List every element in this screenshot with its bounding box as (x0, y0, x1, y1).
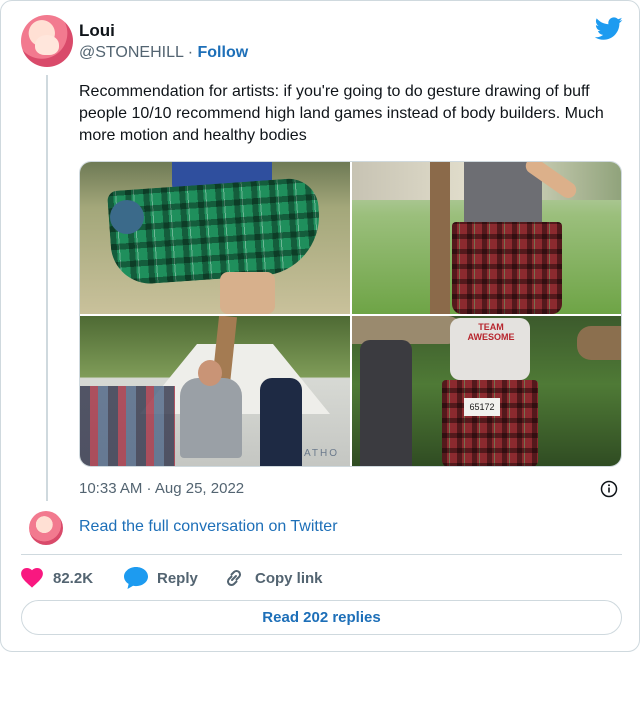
heart-icon (21, 568, 43, 588)
read-replies-button[interactable]: Read 202 replies (21, 600, 622, 635)
red-kilt (442, 380, 538, 466)
sign-text: ATHO (304, 448, 340, 459)
twitter-bird-icon[interactable] (595, 17, 623, 41)
media-grid: ATHO TEAM AWESOME 65172 (79, 161, 622, 467)
handle-separator: · (183, 44, 198, 61)
reply-button[interactable]: Reply (124, 566, 198, 590)
thread-connector-line (46, 75, 48, 501)
photo-log-carry[interactable]: TEAM AWESOME 65172 (352, 316, 621, 466)
tweet-embed-card: Loui @STONEHILL · Follow Recommendation … (0, 0, 640, 652)
read-conversation-link[interactable]: Read the full conversation on Twitter (79, 518, 338, 536)
copy-link-label: Copy link (255, 569, 323, 587)
follow-link[interactable]: Follow (198, 44, 249, 61)
athlete-leg (220, 272, 275, 314)
like-button[interactable]: 82.2K (21, 566, 93, 590)
conversation-avatar (29, 511, 63, 545)
caber-pole (430, 162, 450, 314)
author-handle-row: @STONEHILL · Follow (79, 44, 248, 62)
judge (260, 378, 302, 466)
red-kilt (452, 222, 562, 314)
photo-caber-carry[interactable]: ATHO (80, 316, 350, 466)
photo-kilt-caber[interactable] (352, 162, 621, 314)
author-avatar[interactable] (21, 15, 73, 67)
athlete-grey-shirt (180, 378, 242, 458)
tweet-timestamp[interactable]: 10:33 AM · Aug 25, 2022 (79, 480, 244, 497)
divider (21, 554, 622, 555)
crowd (80, 386, 175, 466)
reply-label: Reply (157, 569, 198, 587)
link-icon (226, 569, 242, 587)
author-name[interactable]: Loui (79, 21, 115, 41)
photo-green-kilt-hammer[interactable] (80, 162, 350, 314)
athlete-head (198, 360, 222, 386)
log-right (577, 326, 621, 360)
tweet-text: Recommendation for artists: if you're go… (79, 83, 604, 144)
hammer-ball (110, 200, 144, 234)
race-bib: 65172 (464, 398, 500, 416)
like-count: 82.2K (53, 569, 94, 587)
shirt-text: TEAM AWESOME (467, 322, 515, 342)
green-kilt (106, 176, 324, 287)
info-icon[interactable] (600, 480, 618, 498)
reply-bubble-icon (124, 567, 148, 589)
copy-link-button[interactable]: Copy link (223, 566, 323, 590)
author-handle[interactable]: @STONEHILL (79, 44, 183, 61)
other-athlete (360, 340, 412, 466)
